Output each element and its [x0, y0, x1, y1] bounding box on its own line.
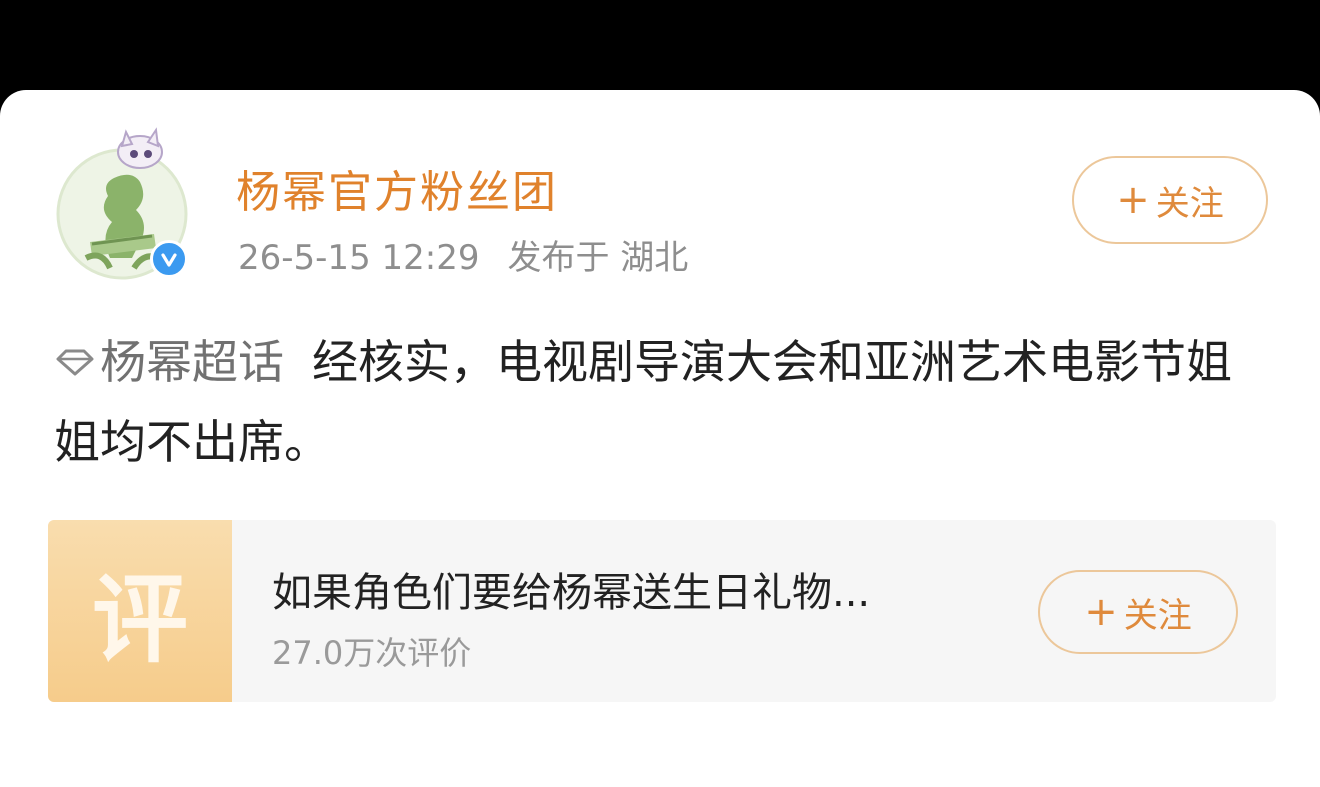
plus-icon: + — [1116, 177, 1150, 223]
topic-link[interactable]: 杨幂超话 — [54, 335, 284, 389]
post-meta: 26-5-15 12:29 发布于 湖北 — [238, 230, 688, 279]
embed-thumbnail: 评 — [48, 520, 232, 702]
topic-label: 杨幂超话 — [100, 335, 284, 389]
post-body: 杨幂超话 经核实，电视剧导演大会和亚洲艺术电影节姐姐均不出席。 — [54, 322, 1274, 482]
diamond-icon — [56, 349, 94, 375]
follow-button-label: 关注 — [1155, 183, 1224, 224]
embedded-card[interactable]: 评 如果角色们要给杨幂送生日礼物... 27.0万次评价 + 关注 — [48, 520, 1276, 702]
post-location: 发布于 湖北 — [507, 238, 689, 278]
post-time: 26-5-15 12:29 — [238, 238, 480, 278]
verified-badge-icon — [150, 240, 188, 278]
embed-follow-label: 关注 — [1123, 595, 1192, 636]
embed-subtitle: 27.0万次评价 — [272, 634, 472, 672]
embed-follow-button[interactable]: + 关注 — [1038, 570, 1238, 654]
author-name[interactable]: 杨幂官方粉丝团 — [236, 156, 558, 220]
embed-title: 如果角色们要给杨幂送生日礼物... — [272, 570, 871, 616]
post-card: 杨幂官方粉丝团 26-5-15 12:29 发布于 湖北 + 关注 杨幂超话 经核实… — [0, 90, 1320, 787]
follow-button[interactable]: + 关注 — [1072, 156, 1268, 244]
plus-icon: + — [1084, 589, 1118, 635]
review-icon: 评 — [92, 563, 188, 676]
